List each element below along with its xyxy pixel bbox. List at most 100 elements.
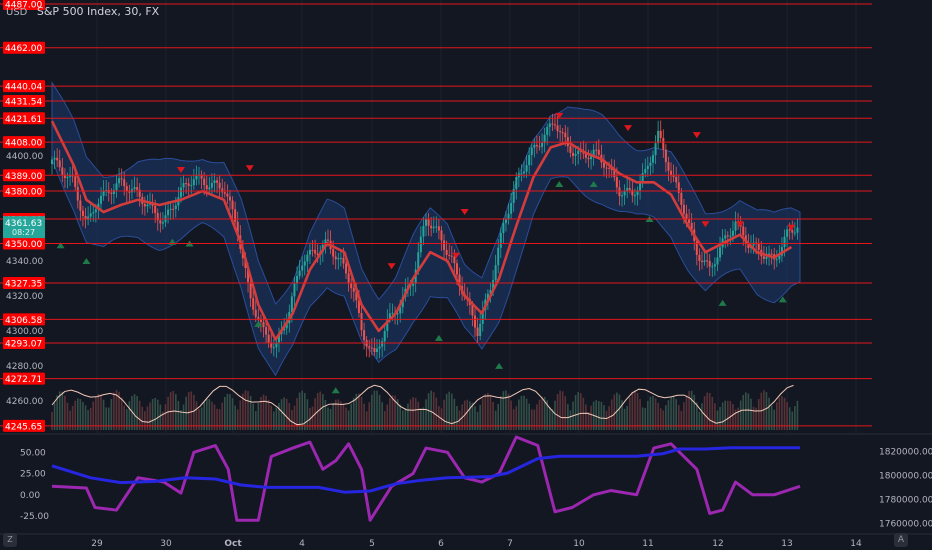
volume-bar — [530, 409, 533, 430]
candle-body — [474, 315, 477, 328]
volume-bar — [389, 398, 391, 430]
candle-body — [564, 132, 567, 138]
candle-body — [574, 154, 577, 156]
candle-body — [66, 176, 69, 179]
volume-bar — [737, 407, 739, 430]
candle-body — [649, 162, 652, 166]
candle-body — [375, 348, 378, 353]
volume-bar — [670, 396, 672, 430]
candle-body — [370, 347, 373, 349]
level-badge-text: 4462.00 — [5, 44, 42, 54]
volume-bar — [296, 398, 298, 430]
candle-body — [133, 187, 136, 190]
volume-bar — [502, 391, 505, 430]
volume-bar — [768, 397, 770, 430]
candle-body — [494, 265, 497, 281]
volume-bar — [422, 407, 425, 430]
volume-bar — [569, 410, 572, 430]
candle-body — [161, 222, 164, 224]
candle-body — [110, 192, 113, 194]
candle-body — [303, 261, 306, 266]
candle-body — [713, 264, 716, 267]
candle-body — [298, 270, 301, 276]
candle-body — [159, 220, 162, 224]
candle-body — [443, 240, 446, 250]
candle-body — [559, 131, 562, 133]
volume-bar — [505, 390, 507, 430]
candle-body — [685, 213, 688, 220]
volume-bar — [706, 392, 708, 430]
zoom-button[interactable]: Z — [3, 533, 17, 547]
candle-body — [383, 330, 386, 342]
candle-body — [210, 183, 213, 188]
volume-bar — [574, 394, 577, 430]
volume-bar — [146, 406, 149, 430]
candle-body — [729, 235, 732, 237]
candle-body — [363, 330, 366, 341]
volume-bar — [365, 411, 368, 430]
candle-body — [146, 204, 149, 207]
candle-body — [724, 235, 727, 239]
candle-body — [621, 195, 624, 197]
volume-bar — [631, 391, 634, 430]
candle-body — [775, 259, 778, 261]
candle-body — [270, 342, 273, 348]
volume-bar — [703, 396, 706, 430]
volume-bar — [659, 408, 662, 430]
candle-body — [700, 260, 703, 263]
volume-bar — [577, 392, 579, 430]
candle-body — [525, 165, 528, 172]
candle-body — [419, 236, 422, 253]
volume-bar — [757, 399, 760, 430]
candle-body — [742, 226, 745, 236]
candle-body — [605, 167, 608, 169]
auto-scale-button[interactable]: A — [894, 533, 908, 547]
level-badge-4293.07: 4293.07 — [3, 336, 45, 349]
candle-body — [561, 132, 564, 134]
volume-bar — [448, 391, 451, 430]
candle-body — [796, 227, 799, 233]
candle-body — [706, 260, 709, 262]
candle-body — [417, 252, 420, 270]
candle-body — [58, 160, 61, 168]
candle-body — [334, 256, 337, 260]
level-badge-text: 4440.04 — [5, 83, 42, 93]
candle-body — [786, 229, 789, 237]
candle-body — [208, 187, 211, 190]
volume-bar — [136, 396, 138, 430]
volume-bar — [778, 397, 781, 430]
volume-bar — [636, 392, 639, 430]
countdown-text: 08:27 — [12, 228, 35, 237]
candle-body — [556, 125, 559, 132]
volume-bar — [456, 405, 458, 430]
candle-body — [726, 235, 729, 237]
candle-body — [437, 226, 440, 231]
time-tick-29: 29 — [91, 539, 103, 549]
candle-body — [252, 298, 255, 310]
candle-body — [249, 282, 252, 299]
candle-body — [167, 209, 170, 216]
candle-body — [587, 157, 590, 160]
chart-canvas[interactable]: 4260.004280.004300.004320.004340.004400.… — [0, 0, 932, 550]
volume-bar — [383, 411, 386, 430]
level-badge-4408.00: 4408.00 — [3, 136, 45, 149]
level-badge-4389.00: 4389.00 — [3, 169, 45, 182]
candle-body — [577, 150, 580, 155]
volume-bar — [716, 410, 719, 430]
volume-bar — [445, 393, 448, 430]
volume-bar — [236, 409, 239, 430]
candle-body — [332, 249, 335, 257]
volume-bar — [110, 398, 113, 430]
candle-body — [530, 147, 533, 156]
candle-body — [541, 142, 544, 147]
symbol-title[interactable]: S&P 500 Index, 30, FX — [37, 5, 159, 18]
candle-body — [675, 176, 678, 183]
volume-bar — [89, 407, 92, 430]
volume-bar — [56, 395, 58, 430]
time-tick-11: 11 — [642, 539, 653, 549]
candle-body — [192, 179, 195, 186]
candle-body — [662, 137, 665, 150]
volume-bar — [788, 407, 791, 430]
volume-bar — [783, 397, 786, 430]
candle-body — [608, 167, 611, 169]
